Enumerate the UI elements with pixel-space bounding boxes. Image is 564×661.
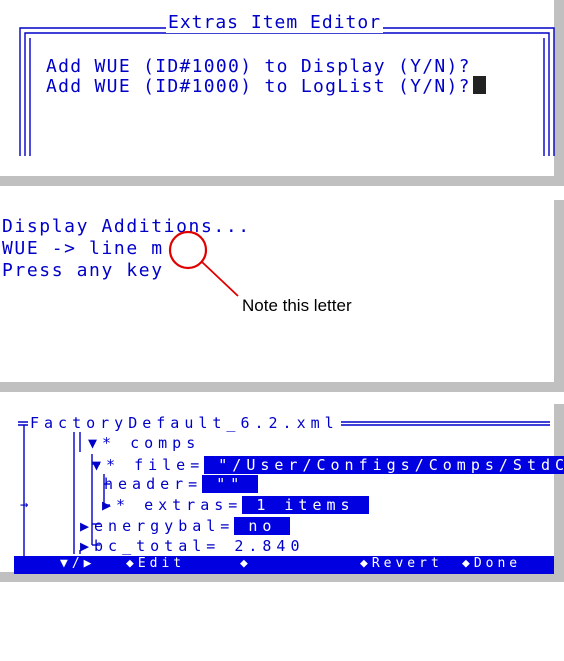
add-to-loglist-prompt[interactable]: Add WUE (ID#1000) to LogList (Y/N)? [46,76,486,97]
annotation-callout [168,230,239,297]
bc-total-value: 2.840 [220,537,305,555]
toggle-expand-key[interactable]: ▼/▶ [60,556,95,571]
file-label: ▼* file= [92,456,205,474]
tree-node-bc-total[interactable]: ▶bc_total= 2.840 [80,537,305,555]
editor-title: Extras Item Editor [166,12,384,33]
extras-item-editor-panel: Extras Item Editor Add WUE (ID#1000) to … [0,0,564,186]
energybal-label: ▶energybal= [80,517,235,535]
done-key[interactable]: ◆Done [462,556,521,571]
tree-node-energybal[interactable]: ▶energybal= no [80,517,291,535]
add-to-display-prompt: Add WUE (ID#1000) to Display (Y/N)? [46,56,471,77]
edit-key[interactable]: ◆Edit [126,556,185,571]
tree-node-header[interactable]: header= "" [104,475,259,493]
function-key-bar: ▼/▶ ◆Edit ◆ ◆Revert ◆Done [14,556,554,574]
energybal-value[interactable]: no [234,517,291,535]
text-cursor [472,76,486,94]
add-to-loglist-text: Add WUE (ID#1000) to LogList (Y/N)? [46,76,471,97]
bc-total-label: ▶bc_total= [80,537,221,555]
extras-value[interactable]: 1 items [242,496,369,514]
display-additions-panel: Display Additions... WUE -> line m Press… [0,200,564,392]
tree-node-extras[interactable]: ▶* extras= 1 items [102,496,369,514]
file-title: FactoryDefault_6.2.xml [28,414,341,432]
header-value[interactable]: "" [202,475,259,493]
tree-node-comps[interactable]: ▼* comps [88,434,200,452]
tree-node-file[interactable]: ▼* file= "/User/Configs/Comps/StdCo [92,456,564,474]
config-tree-panel: FactoryDefault_6.2.xml ▼* comps ▼* file=… [0,404,564,582]
selection-arrow-icon: → [20,497,29,513]
file-value[interactable]: "/User/Configs/Comps/StdCo [204,456,564,474]
blank-function-key[interactable]: ◆ [240,556,252,571]
extras-label: ▶* extras= [102,496,243,514]
revert-key[interactable]: ◆Revert [360,556,443,571]
annotation-text: Note this letter [242,296,352,315]
header-label: header= [104,475,203,493]
